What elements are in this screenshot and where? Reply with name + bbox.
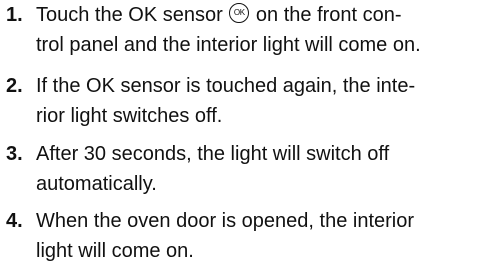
step-text: If the OK sensor is touched again, the i…: [36, 71, 499, 131]
step-line: If the OK sensor is touched again, the i…: [36, 75, 416, 97]
step-line: Touch the OK sensor OK on the front con-: [36, 0, 499, 30]
step-line: automatically.: [36, 173, 157, 195]
step-number: 4.: [6, 210, 23, 232]
step-line: light will come on.: [36, 240, 194, 262]
step-line: When the oven door is opened, the interi…: [36, 210, 415, 232]
step-text: After 30 seconds, the light will switch …: [36, 139, 499, 199]
step-text-before-symbol: Touch the OK sensor: [36, 4, 223, 26]
step-text: Touch the OK sensor OK on the front con-…: [36, 0, 499, 60]
step-line: rior light switches off.: [36, 105, 223, 127]
step-text-after-symbol: on the front con-: [255, 4, 402, 26]
instruction-list: 1. Touch the OK sensor OK on the front c…: [0, 0, 499, 273]
step-number: 1.: [6, 4, 23, 26]
step-text: When the oven door is opened, the interi…: [36, 206, 499, 266]
step-number: 2.: [6, 75, 23, 97]
step-line: After 30 seconds, the light will switch …: [36, 143, 390, 165]
step-number: 3.: [6, 143, 23, 165]
ok-sensor-icon: OK: [229, 3, 250, 23]
step-line: trol panel and the interior light will c…: [36, 34, 421, 56]
